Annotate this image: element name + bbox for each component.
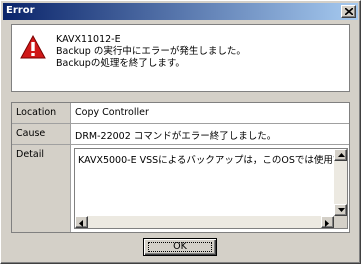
detail-label: Detail xyxy=(12,145,71,232)
cause-value: DRM-22002 コマンドがエラー終了しました。 xyxy=(71,124,349,144)
title-bar[interactable]: Error xyxy=(3,3,358,20)
arrow-down-icon xyxy=(338,208,345,212)
error-code: KAVX11012-E xyxy=(56,34,121,45)
ok-button[interactable]: OK xyxy=(143,238,217,256)
location-label: Location xyxy=(12,103,71,123)
message-panel: KAVX11012-E Backup の実行中にエラーが発生しました。 Back… xyxy=(11,24,350,92)
scrollbar-corner xyxy=(334,216,347,228)
details-row-detail: Detail KAVX5000-E VSSによるバックアップは，このOSでは使用… xyxy=(12,145,349,232)
scroll-up-button[interactable] xyxy=(334,149,347,161)
location-value: Copy Controller xyxy=(71,103,349,123)
arrow-left-icon xyxy=(79,220,83,227)
detail-value: KAVX5000-E VSSによるバックアップは，このOSでは使用でき xyxy=(78,155,334,166)
details-row-cause: Cause DRM-22002 コマンドがエラー終了しました。 xyxy=(12,124,349,145)
window-title: Error xyxy=(6,5,35,16)
error-message-line-2: Backupの処理を終了します。 xyxy=(56,58,185,69)
scroll-down-button[interactable] xyxy=(334,204,347,216)
error-icon xyxy=(20,35,46,59)
detail-text-area[interactable]: KAVX5000-E VSSによるバックアップは，このOSでは使用でき xyxy=(74,148,348,229)
arrow-right-icon xyxy=(325,220,329,227)
close-icon xyxy=(345,8,353,15)
error-message-line-1: Backup の実行中にエラーが発生しました。 xyxy=(56,46,246,57)
details-row-location: Location Copy Controller xyxy=(12,103,349,124)
error-dialog: Error KAVX11012-E Backup の実行中にエラーが発生しました… xyxy=(0,0,361,264)
scroll-right-button[interactable] xyxy=(321,216,334,228)
close-button[interactable] xyxy=(341,5,356,18)
horizontal-scrollbar[interactable] xyxy=(75,216,334,228)
cause-label: Cause xyxy=(12,124,71,144)
scroll-left-button[interactable] xyxy=(75,216,88,228)
ok-button-label: OK xyxy=(173,241,187,252)
vertical-scrollbar[interactable] xyxy=(334,149,347,216)
arrow-up-icon xyxy=(338,153,345,157)
details-table: Location Copy Controller Cause DRM-22002… xyxy=(11,102,350,233)
